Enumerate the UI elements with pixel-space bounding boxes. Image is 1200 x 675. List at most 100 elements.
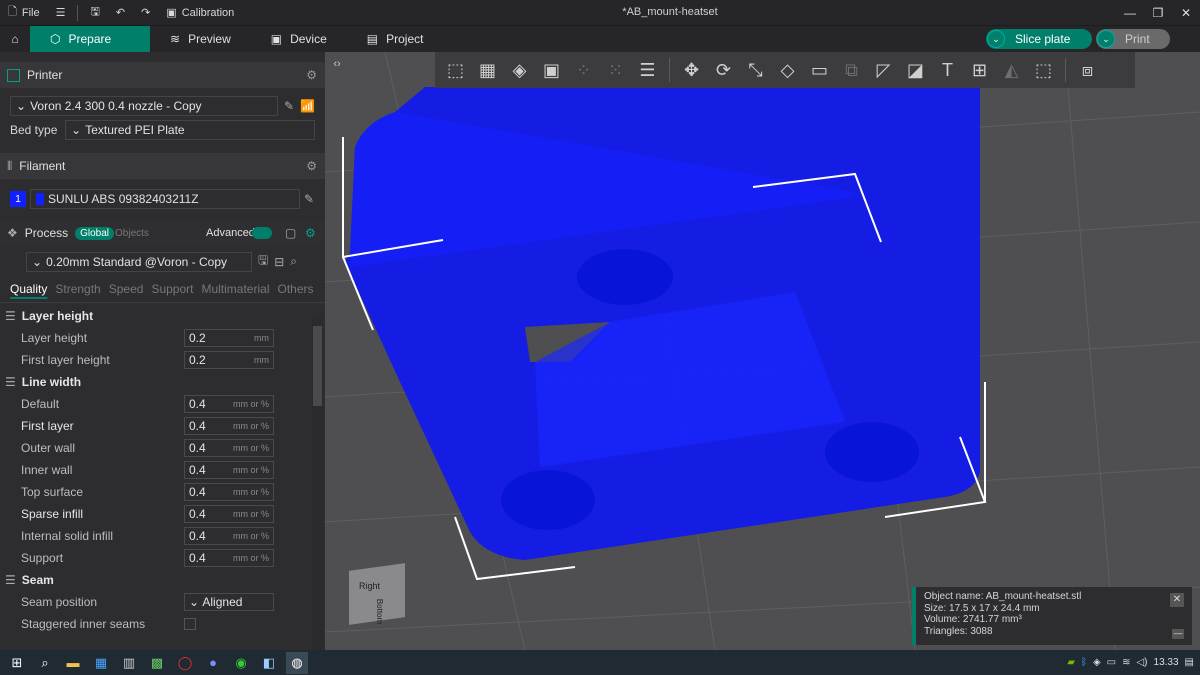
tab-project[interactable]: ▤ Project [347,26,444,52]
rotate-button[interactable]: ⟳ [709,56,738,84]
edit-icon[interactable]: ✎ [284,99,294,113]
compare-icon[interactable]: ▢ [285,226,296,240]
settings-icon[interactable]: ⚙ [306,159,317,173]
move-button[interactable]: ✥ [677,56,706,84]
wifi-icon[interactable]: 📶 [300,99,315,113]
fit-button[interactable]: ⧈ [1073,56,1102,84]
support-paint-button[interactable]: ◸ [869,56,898,84]
clock[interactable]: 13.33 [1154,657,1179,668]
emboss-button[interactable]: ⬚ [1029,56,1058,84]
file-menu[interactable]: 🗋 File [0,0,48,26]
wifi-icon[interactable]: ≋ [1122,657,1130,668]
print-button[interactable]: ⌄ Print [1096,29,1170,49]
close-button[interactable]: ✕ [1172,0,1200,26]
notification-icon[interactable]: ▤ [1185,657,1194,668]
global-toggle[interactable]: Global [75,226,115,240]
support-width-field[interactable]: 0.4 mm or % [184,549,274,567]
sidebar-scrollbar[interactable] [312,316,323,650]
orca-slicer-button[interactable]: ◍ [286,651,308,674]
tab-multimaterial[interactable]: Multimaterial [201,282,269,296]
tab-strength[interactable]: Strength [55,282,100,296]
collapse-icon[interactable]: ⊟ [274,255,284,269]
printer-dropdown[interactable]: ⌄ Voron 2.4 300 0.4 nozzle - Copy [10,96,278,116]
advanced-switch[interactable] [252,227,272,239]
mesh-boolean-button[interactable]: ⧉ [837,56,866,84]
nvidia-icon[interactable]: ▰ [1067,657,1075,668]
minimize-icon[interactable]: — [1172,628,1184,639]
tab-device[interactable]: ▣ Device [251,26,347,52]
outer-wall-width-field[interactable]: 0.4 mm or % [184,439,274,457]
undo-button[interactable]: ↶ [108,0,133,26]
tab-prepare[interactable]: ⬡ Prepare [30,26,150,52]
calibration-menu[interactable]: ▣ Calibration [158,0,242,26]
close-icon[interactable]: ✕ [1170,593,1184,607]
store-button[interactable]: ▦ [90,652,112,674]
filament-section-header[interactable]: ⦀ Filament ⚙ [0,153,325,179]
sparse-infill-width-field[interactable]: 0.4 mm or % [184,505,274,523]
first-layer-width-field[interactable]: 0.4 mm or % [184,417,274,435]
top-surface-width-field[interactable]: 0.4 mm or % [184,483,274,501]
menu-button[interactable]: ☰ [48,0,74,26]
security-icon[interactable]: ◈ [1093,657,1101,668]
tab-quality[interactable]: Quality [10,282,47,296]
redo-button[interactable]: ↷ [133,0,158,26]
3d-viewport[interactable]: ‹› ⬚ ▦ ◈ ▣ ⁘ ⁙ ☰ ✥ ⟳ ⤡ ◇ ▭ ⧉ ◸ ◪ T ⊞ ◭ ⬚… [325,52,1200,650]
discord-button[interactable]: ● [202,652,224,674]
scale-button[interactable]: ⤡ [741,56,770,84]
start-button[interactable]: ⊞ [6,652,28,674]
settings-icon[interactable]: ⚙ [305,226,316,240]
layer-height-field[interactable]: 0.2 mm [184,329,274,347]
cut-button[interactable]: ▭ [805,56,834,84]
split-objects-button[interactable]: ⁘ [569,56,598,84]
arrange-button[interactable]: ▣ [537,56,566,84]
tab-support[interactable]: Support [151,282,193,296]
lay-on-face-button[interactable]: ◇ [773,56,802,84]
view-cube[interactable]: Right Bottom [347,563,409,625]
tab-speed[interactable]: Speed [109,282,144,296]
layers-button[interactable]: ☰ [633,56,662,84]
file-explorer-button[interactable]: ▬ [62,652,84,674]
internal-solid-infill-width-field[interactable]: 0.4 mm or % [184,527,274,545]
calculator-button[interactable]: ▥ [118,652,140,674]
photos-button[interactable]: ▩ [146,652,168,674]
add-object-button[interactable]: ⬚ [441,56,470,84]
volume-icon[interactable]: ◁) [1136,657,1147,668]
slice-plate-button[interactable]: ⌄ Slice plate [986,29,1092,49]
app-button[interactable]: ◧ [258,652,280,674]
bluetooth-icon[interactable]: ᛒ [1081,657,1087,668]
whatsapp-button[interactable]: ◉ [230,652,252,674]
maximize-button[interactable]: ❐ [1144,0,1172,26]
edit-icon[interactable]: ✎ [304,192,314,206]
printer-section-header[interactable]: Printer ⚙ [0,62,325,88]
settings-icon[interactable]: ⚙ [306,68,317,82]
process-preset-dropdown[interactable]: ⌄ 0.20mm Standard @Voron - Copy [26,251,252,272]
assembly-button[interactable]: ◭ [997,56,1026,84]
text-button[interactable]: T [933,56,962,84]
seam-paint-button[interactable]: ◪ [901,56,930,84]
inner-wall-width-field[interactable]: 0.4 mm or % [184,461,274,479]
filament-dropdown[interactable]: SUNLU ABS 09382403211Z [30,189,300,209]
bed-type-dropdown[interactable]: ⌄ Textured PEI Plate [65,120,315,140]
first-layer-height-field[interactable]: 0.2 mm [184,351,274,369]
chevron-down-icon[interactable]: ⌄ [1097,30,1115,48]
add-plate-button[interactable]: ▦ [473,56,502,84]
save-icon[interactable]: 🖫 [258,251,268,272]
search-button[interactable]: ⌕ [34,652,56,674]
auto-orient-button[interactable]: ◈ [505,56,534,84]
opera-button[interactable]: ◯ [174,652,196,674]
seam-position-dropdown[interactable]: ⌄ Aligned [184,593,274,611]
home-button[interactable]: ⌂ [0,26,30,52]
split-parts-button[interactable]: ⁙ [601,56,630,84]
minimize-button[interactable]: — [1116,0,1144,26]
save-button[interactable]: 🖫 [82,0,107,26]
tab-preview[interactable]: ≋ Preview [150,26,251,52]
objects-toggle[interactable]: Objects [115,228,149,239]
default-width-field[interactable]: 0.4 mm or % [184,395,274,413]
staggered-checkbox[interactable] [184,618,196,630]
search-icon[interactable]: ⌕ [290,254,297,269]
chevron-down-icon[interactable]: ⌄ [987,30,1005,48]
usb-icon[interactable]: ▭ [1107,657,1116,668]
scrollbar-thumb[interactable] [313,326,322,406]
collapse-sidebar-button[interactable]: ‹› [328,55,346,73]
measure-button[interactable]: ⊞ [965,56,994,84]
